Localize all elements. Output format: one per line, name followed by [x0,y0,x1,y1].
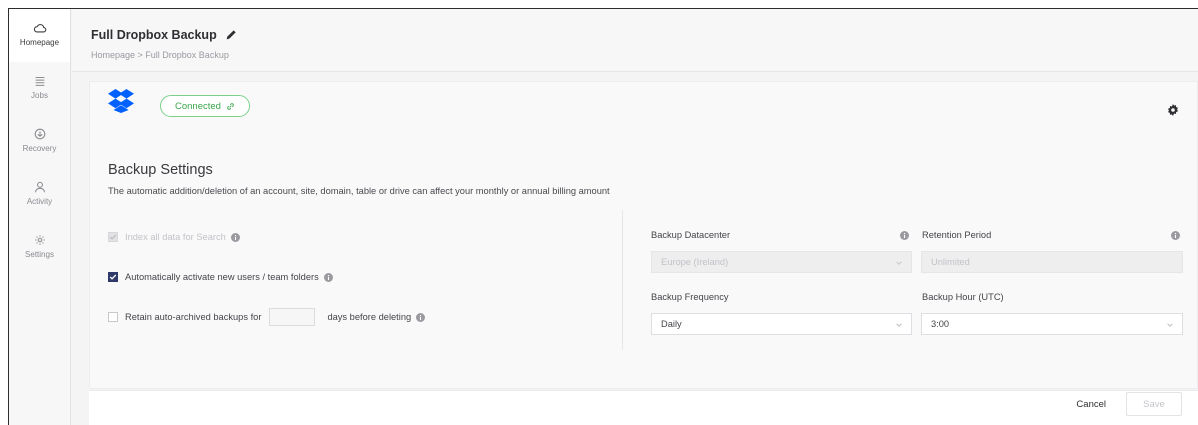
datacenter-label: Backup Datacenter [651,230,731,240]
pencil-icon[interactable] [225,29,237,41]
datacenter-select[interactable]: Europe (Ireland) [651,251,912,273]
list-icon [35,76,44,86]
link-icon [227,102,234,110]
backup-settings-card: Connected Backup Settings The automatic … [89,81,1198,389]
app-frame: Homepage Jobs Recovery Activity Settings… [8,8,1198,425]
card-top-bar: Connected [90,82,1197,134]
sidebar-item-label: Homepage [19,38,60,47]
backup-hour-label: Backup Hour (UTC) [922,292,1004,302]
backup-hour-select[interactable]: 3:00 [921,313,1183,335]
frequency-value: Daily [661,319,682,329]
retain-archived-prefix: Retain auto-archived backups for [125,312,262,322]
retain-days-input[interactable] [269,308,316,326]
check-icon [109,234,117,240]
sidebar-item-jobs[interactable]: Jobs [9,62,70,115]
frequency-select[interactable]: Daily [651,313,912,335]
index-search-label: Index all data for Search [125,232,226,242]
index-search-option: Index all data for Search [108,232,240,242]
sidebar-item-homepage[interactable]: Homepage [9,9,70,62]
frequency-label: Backup Frequency [651,292,729,302]
page-title-text: Full Dropbox Backup [91,28,217,42]
index-search-checkbox[interactable] [108,232,118,242]
chevron-down-icon [896,323,902,327]
sidebar-item-settings[interactable]: Settings [9,221,70,274]
check-icon [109,274,117,280]
sidebar-item-label: Settings [25,250,54,259]
page-title: Full Dropbox Backup [91,28,1198,42]
sidebar-item-label: Recovery [22,144,57,153]
page-header: Full Dropbox Backup Homepage > Full Drop… [72,9,1198,72]
column-divider [622,210,623,350]
info-icon[interactable] [900,231,909,240]
sidebar-item-recovery[interactable]: Recovery [9,115,70,168]
datacenter-value: Europe (Ireland) [661,257,729,267]
section-title: Backup Settings [108,162,213,178]
cloud-icon [33,24,46,33]
section-description: The automatic addition/deletion of an ac… [108,186,610,196]
sidebar: Homepage Jobs Recovery Activity Settings [9,9,71,425]
info-icon[interactable] [416,312,426,322]
retain-archived-suffix: days before deleting [327,312,412,322]
action-footer: Cancel Save [89,390,1198,425]
cancel-button[interactable]: Cancel [1076,399,1106,410]
retention-label: Retention Period [922,230,992,240]
sidebar-item-label: Activity [26,197,53,206]
connection-status-badge[interactable]: Connected [160,95,250,117]
info-icon[interactable] [1171,231,1180,240]
sidebar-item-label: Jobs [31,91,48,100]
auto-activate-checkbox[interactable] [108,272,118,282]
retention-select[interactable]: Unlimited [921,251,1183,273]
settings-gear-icon[interactable] [1167,104,1179,116]
auto-activate-option: Automatically activate new users / team … [108,272,333,282]
retain-archived-checkbox[interactable] [108,312,118,322]
save-button[interactable]: Save [1126,392,1182,416]
connection-status-text: Connected [175,100,221,112]
info-icon[interactable] [230,232,240,242]
chevron-down-icon [1167,323,1173,327]
dropbox-logo-icon [108,89,134,113]
auto-activate-label: Automatically activate new users / team … [125,272,319,282]
breadcrumb[interactable]: Homepage > Full Dropbox Backup [91,50,1198,60]
recovery-icon [34,128,45,140]
sidebar-item-activity[interactable]: Activity [9,168,70,221]
backup-hour-value: 3:00 [931,319,950,329]
info-icon[interactable] [323,272,333,282]
gear-icon [34,235,45,245]
retain-archived-option: Retain auto-archived backups for days be… [108,308,426,326]
person-icon [34,181,45,193]
chevron-down-icon [896,261,902,265]
retention-value: Unlimited [931,257,970,267]
